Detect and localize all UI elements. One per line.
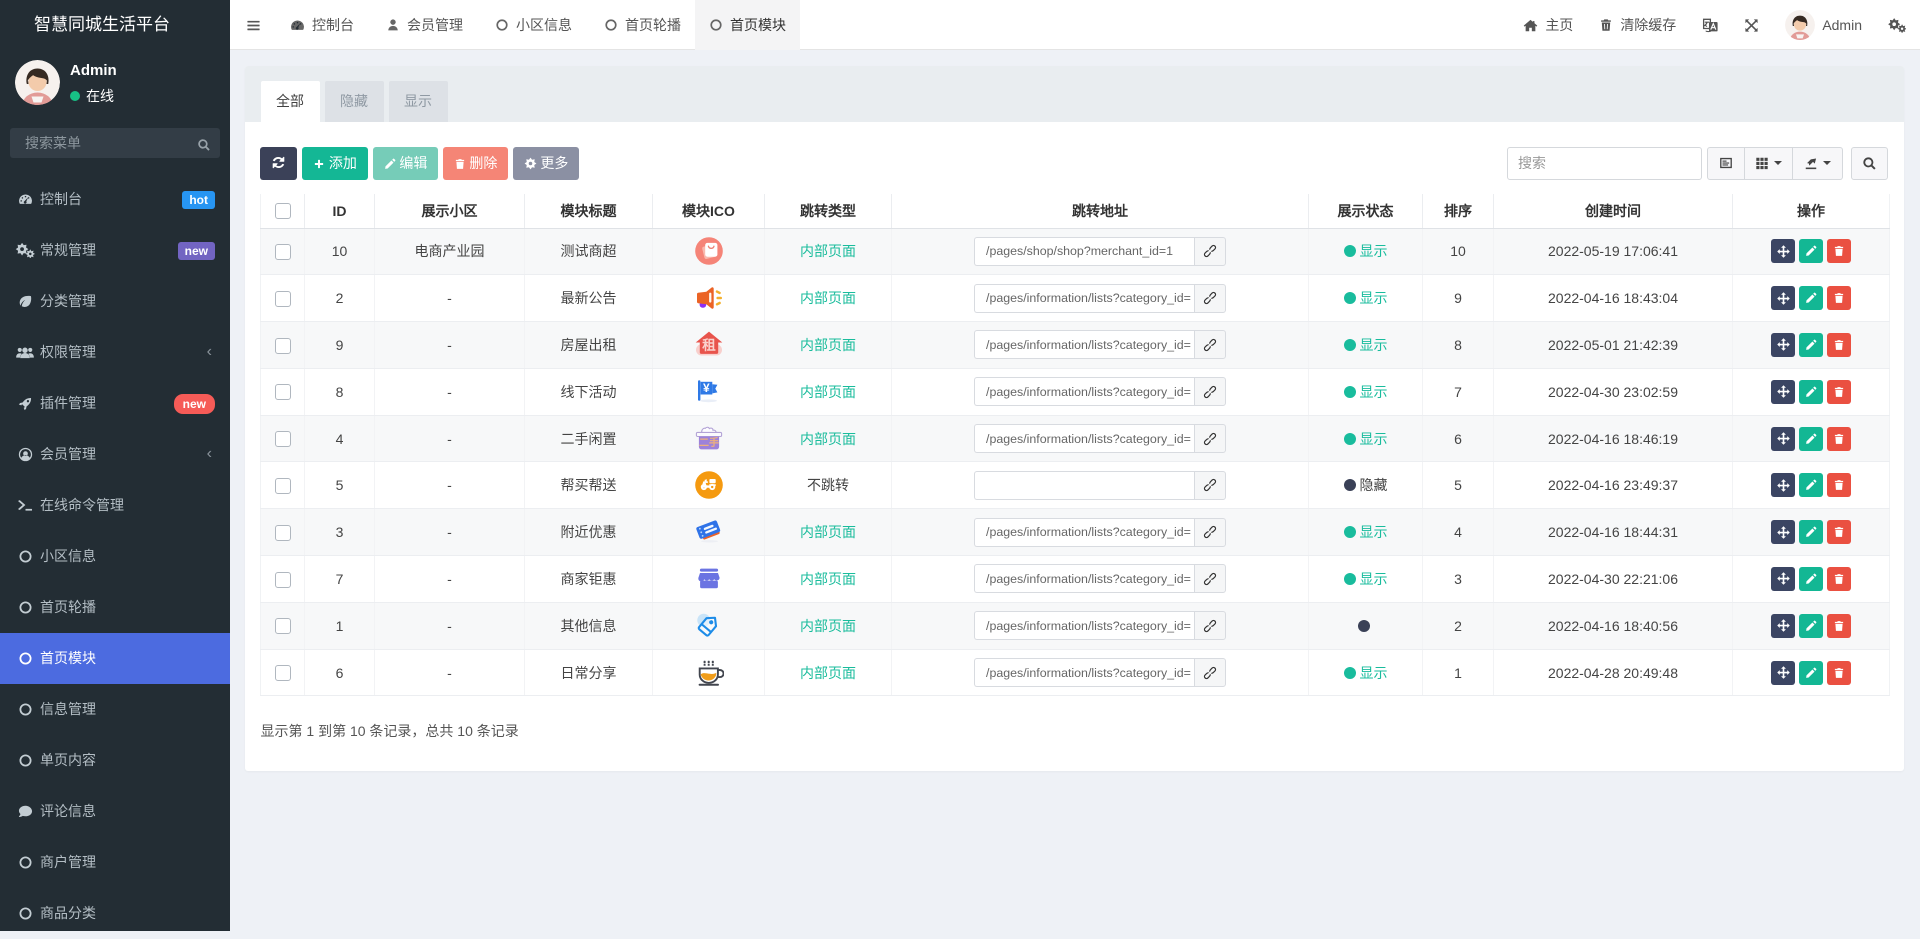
- svg-text:租: 租: [702, 337, 716, 353]
- svg-text:二手: 二手: [699, 436, 719, 449]
- svg-text:¥: ¥: [703, 381, 710, 395]
